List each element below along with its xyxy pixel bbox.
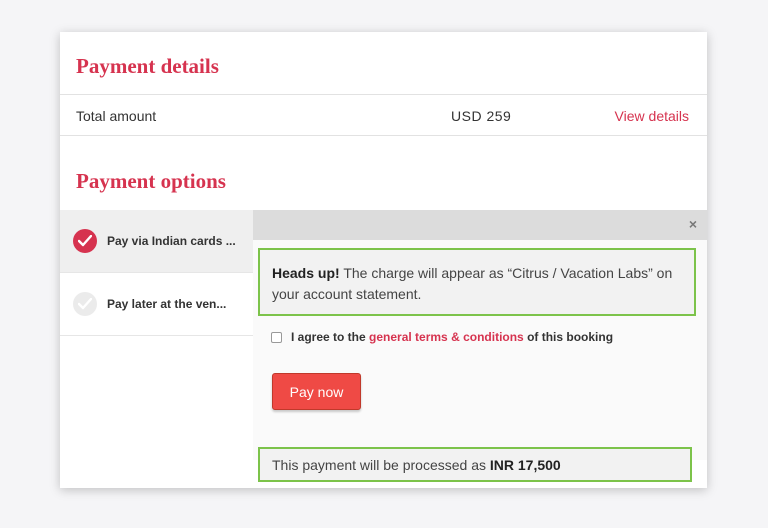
payment-option-label: Pay via Indian cards ... (107, 234, 236, 248)
panel-header-bar: × (253, 210, 707, 240)
terms-checkbox[interactable] (271, 332, 282, 343)
total-amount-label: Total amount (76, 108, 157, 124)
notice-text: Heads up! The charge will appear as “Cit… (272, 263, 682, 305)
payment-options-list: Pay via Indian cards ... Pay later at th… (60, 210, 253, 336)
processed-amount: INR 17,500 (489, 457, 561, 473)
payment-panel: × Heads up! The charge will appear as “C… (253, 210, 707, 482)
processed-amount-notice: This payment will be processed as INR 17… (258, 447, 692, 482)
terms-text: I agree to the general terms & condition… (291, 330, 613, 344)
view-details-link[interactable]: View details (615, 108, 689, 124)
processed-text: This payment will be processed as INR 17… (272, 457, 561, 473)
payment-options-title: Payment options (76, 169, 226, 193)
unchecked-radio-icon (73, 292, 97, 316)
notice-heading: Heads up! (272, 265, 340, 281)
terms-link[interactable]: general terms & conditions (369, 330, 524, 344)
terms-prefix: I agree to the (291, 330, 370, 344)
payment-option-indian-cards[interactable]: Pay via Indian cards ... (60, 210, 253, 273)
payment-option-label: Pay later at the ven... (107, 297, 227, 311)
close-icon[interactable]: × (689, 217, 697, 231)
payment-card: Payment details Total amount USD 259 Vie… (60, 32, 707, 488)
pay-now-button[interactable]: Pay now (272, 373, 361, 410)
payment-details-title: Payment details (76, 54, 219, 78)
total-amount-value: USD 259 (451, 108, 512, 124)
payment-option-pay-later[interactable]: Pay later at the ven... (60, 273, 253, 336)
total-amount-row: Total amount USD 259 View details (60, 94, 707, 136)
processed-prefix: This payment will be processed as (272, 457, 490, 473)
checked-radio-icon (73, 229, 97, 253)
heads-up-notice: Heads up! The charge will appear as “Cit… (258, 248, 696, 316)
terms-suffix: of this booking (523, 330, 614, 344)
